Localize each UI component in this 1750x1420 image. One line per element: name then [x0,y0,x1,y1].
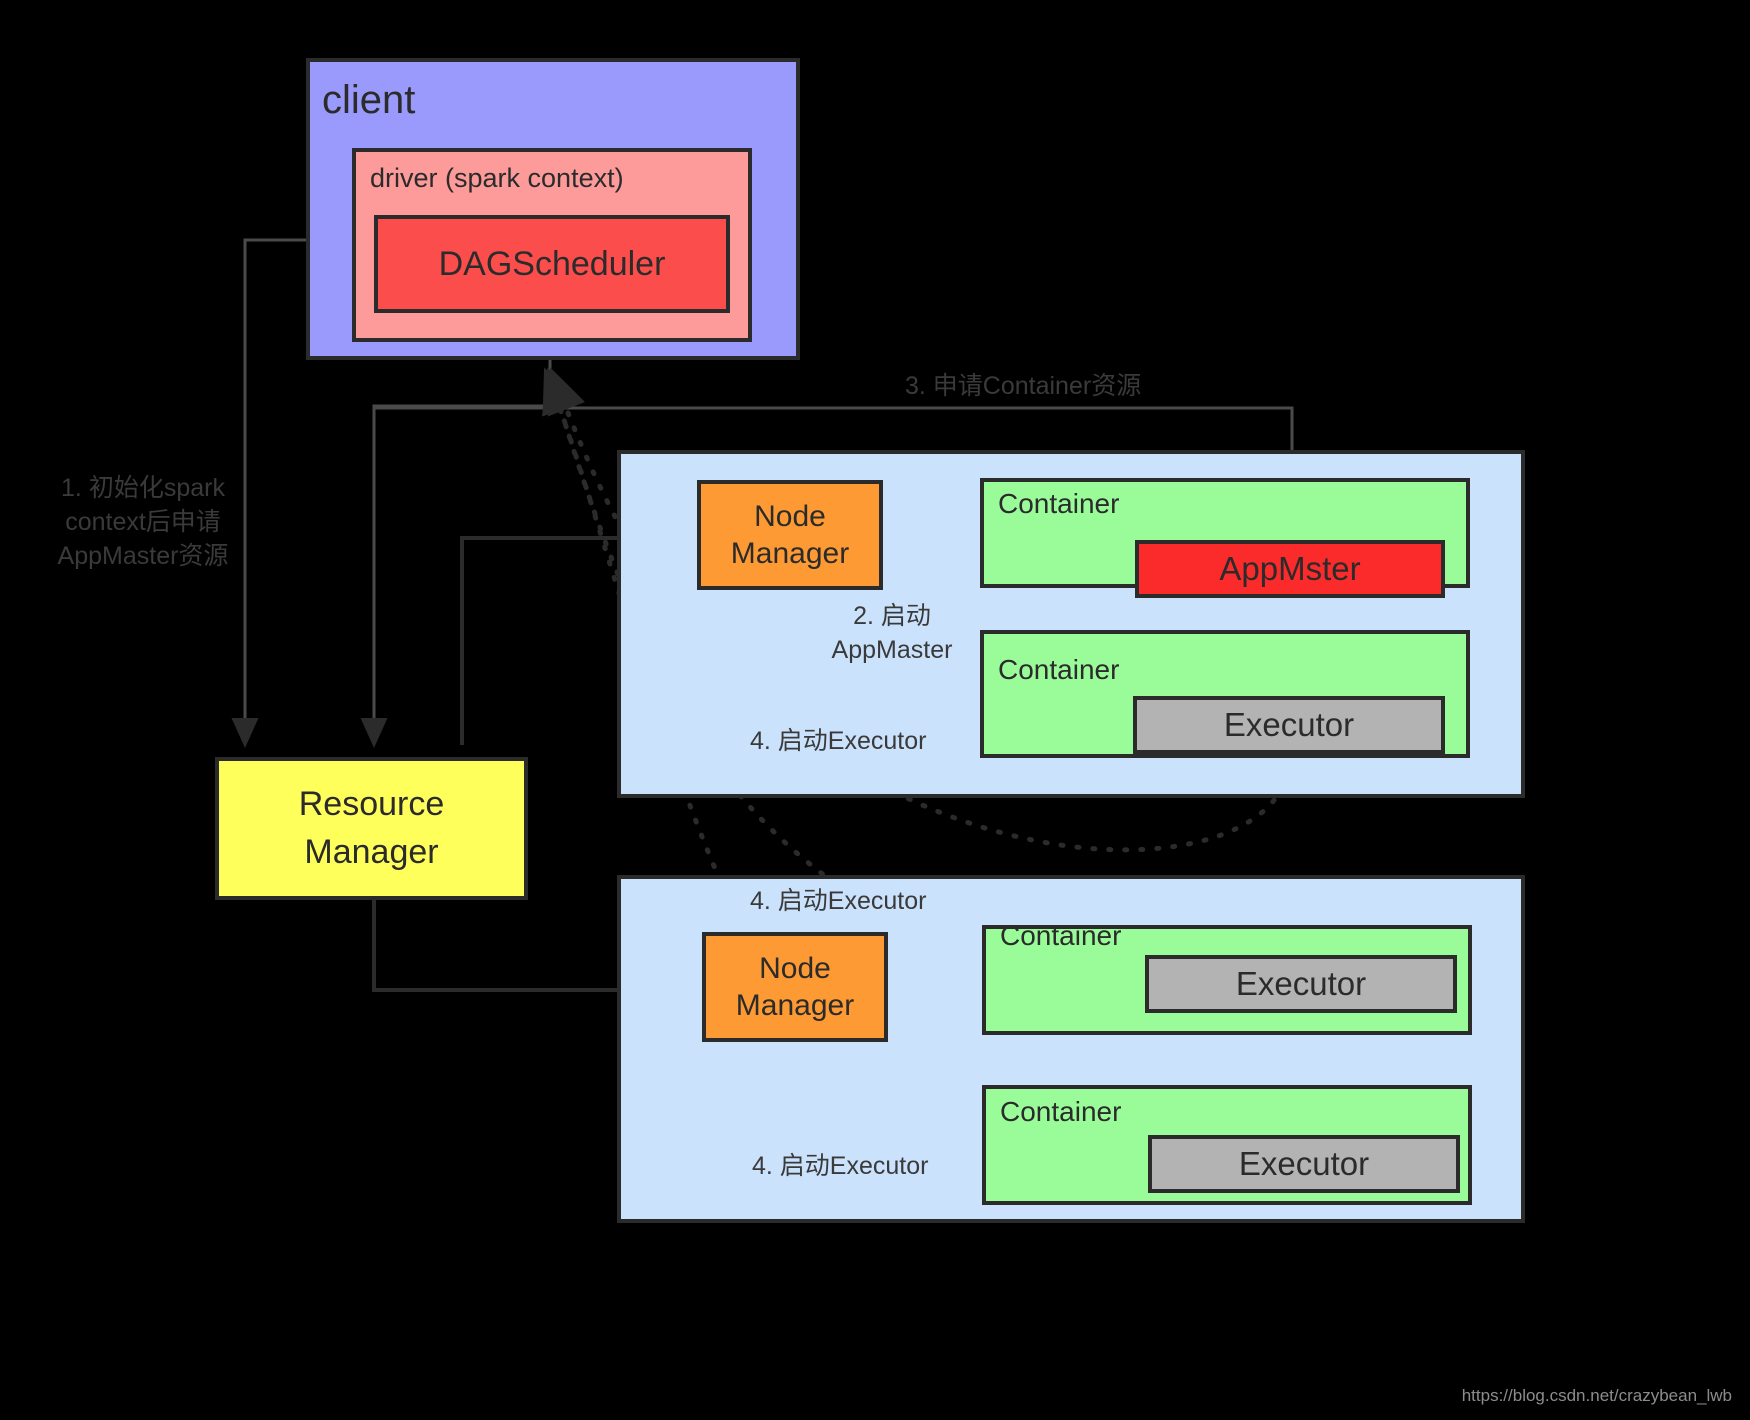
node-manager-1-line1: Node [754,499,826,533]
step-2-line1: 2. 启动 [853,602,931,630]
resource-manager-label: Resource Manager [215,757,528,900]
step-4b-label: 4. 启动Executor [750,887,927,915]
driver-label: driver (spark context) [370,163,624,193]
step-2-line2: AppMaster [831,635,953,664]
executor-3-label: Executor [1238,1145,1370,1182]
node-manager-2-line1: Node [759,951,831,985]
container-1-label: Container [998,488,1120,519]
step-4c-label: 4. 启动Executor [752,1152,929,1180]
dagscheduler-label: DAGScheduler [438,244,666,283]
step-1-line2: context后申请 [65,507,221,536]
node-manager-1-line2: Manager [730,537,850,570]
node-manager-2-label: Node Manager [702,932,888,1042]
node-manager-2-line2: Manager [735,989,855,1022]
container-4-label: Container [1000,1096,1122,1127]
resource-manager-line2: Manager [304,832,439,871]
watermark: https://blog.csdn.net/crazybean_lwb [1461,1386,1732,1405]
resource-manager-line1: Resource [298,784,445,823]
container-2-label: Container [998,654,1120,685]
arrow-dag-to-rm [360,360,552,748]
step-3-label: 3. 申请Container资源 [905,372,1142,400]
container-3-label: Container [1000,920,1122,951]
appmaster-label: AppMster [1219,550,1361,587]
diagram-canvas: client driver (spark context) DAGSchedul… [0,0,1750,1420]
node-manager-1-label: Node Manager [697,480,883,590]
client-label: client [322,78,416,122]
executor-2-label: Executor [1235,965,1367,1002]
step-1-label: 1. 初始化spark context后申请 AppMaster资源 [38,472,248,573]
step-2-label: 2. 启动 AppMaster [812,600,972,668]
executor-1-label: Executor [1223,706,1355,743]
step-1-line1: 1. 初始化spark [61,474,225,502]
step-4a-label: 4. 启动Executor [750,727,927,755]
step-1-line3: AppMaster资源 [57,541,229,570]
